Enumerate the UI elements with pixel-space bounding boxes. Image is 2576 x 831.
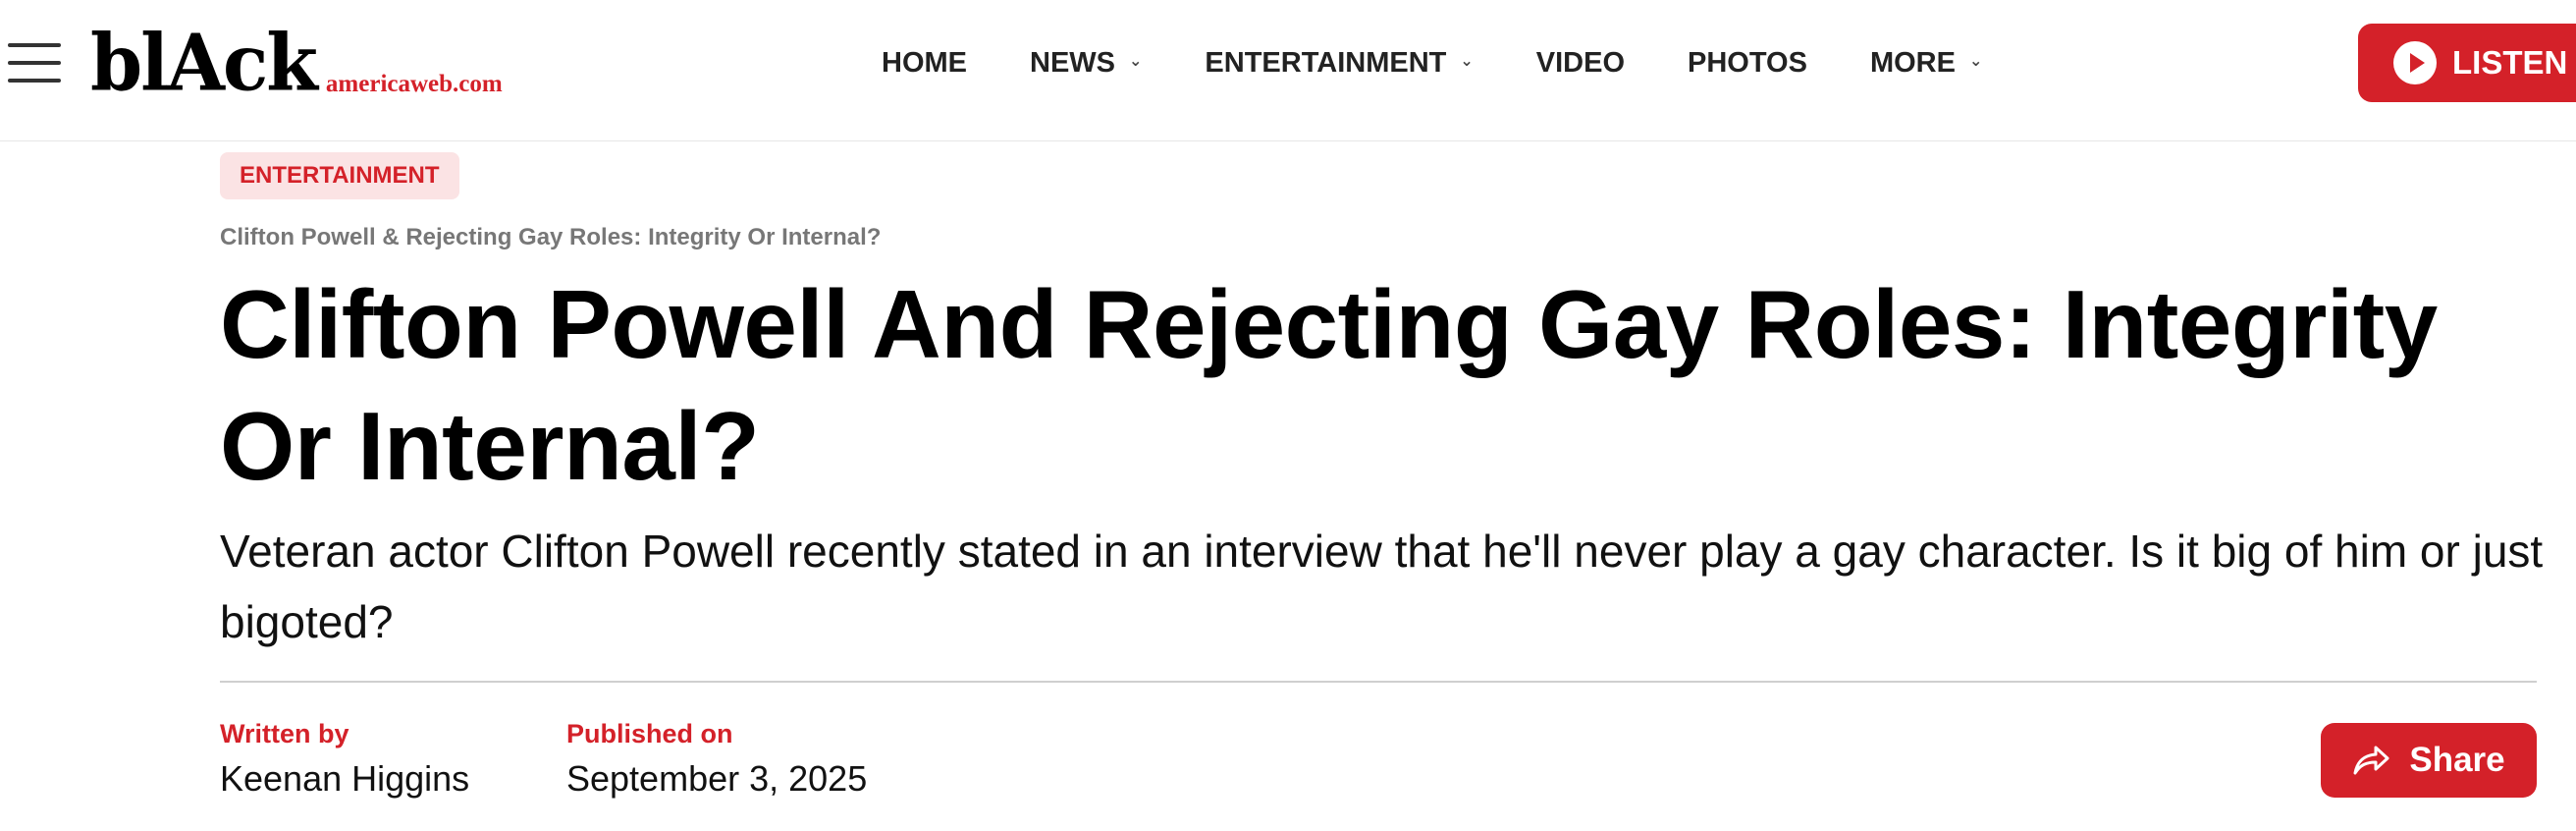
share-arrow-icon [2353, 746, 2389, 775]
nav-home[interactable]: HOME [882, 47, 967, 80]
chevron-down-icon: ⌄ [1968, 53, 1983, 70]
chevron-down-icon: ⌄ [1129, 53, 1143, 70]
share-button[interactable]: Share [2321, 723, 2537, 798]
nav-photos[interactable]: PHOTOS [1688, 47, 1807, 80]
nav-label: NEWS [1030, 46, 1115, 79]
nav-label: PHOTOS [1688, 46, 1807, 79]
written-by-label: Written by [220, 719, 349, 748]
nav-entertainment[interactable]: ENTERTAINMENT ⌄ [1205, 47, 1473, 80]
published-on-label: Published on [566, 719, 733, 748]
nav-news[interactable]: NEWS ⌄ [1030, 47, 1142, 80]
breadcrumb: Clifton Powell & Rejecting Gay Roles: In… [220, 224, 882, 250]
nav-video[interactable]: VIDEO [1536, 47, 1625, 80]
site-header: blAck americaweb.com HOME NEWS ⌄ ENTERTA… [0, 0, 2576, 141]
nav-label: ENTERTAINMENT [1205, 46, 1447, 79]
nav-label: VIDEO [1535, 46, 1626, 79]
article-headline: Clifton Powell And Rejecting Gay Roles: … [220, 270, 2438, 500]
play-icon [2393, 41, 2437, 84]
listen-button[interactable]: LISTEN [2358, 24, 2576, 102]
logo-domain: americaweb.com [325, 71, 503, 97]
published-date: September 3, 2025 [566, 758, 868, 799]
nav-label: HOME [882, 46, 967, 79]
listen-label: LISTEN [2452, 44, 2568, 81]
hamburger-line [8, 61, 61, 65]
author-name[interactable]: Keenan Higgins [220, 758, 469, 800]
hamburger-line [8, 43, 61, 47]
logo-wordmark: blAck [90, 16, 318, 109]
article-dek: Veteran actor Clifton Powell recently st… [220, 526, 2544, 647]
site-logo[interactable]: blAck americaweb.com [90, 16, 503, 109]
main-nav: HOME NEWS ⌄ ENTERTAINMENT ⌄ VIDEO PHOTOS… [882, 41, 1982, 84]
nav-more[interactable]: MORE ⌄ [1870, 47, 1982, 80]
hamburger-line [8, 79, 61, 83]
divider [220, 681, 2537, 683]
hamburger-menu-icon[interactable] [8, 43, 61, 83]
share-label: Share [2409, 741, 2505, 779]
nav-label: MORE [1869, 46, 1956, 79]
play-triangle [2409, 53, 2425, 73]
chevron-down-icon: ⌄ [1460, 53, 1474, 70]
category-tag[interactable]: ENTERTAINMENT [220, 152, 459, 199]
